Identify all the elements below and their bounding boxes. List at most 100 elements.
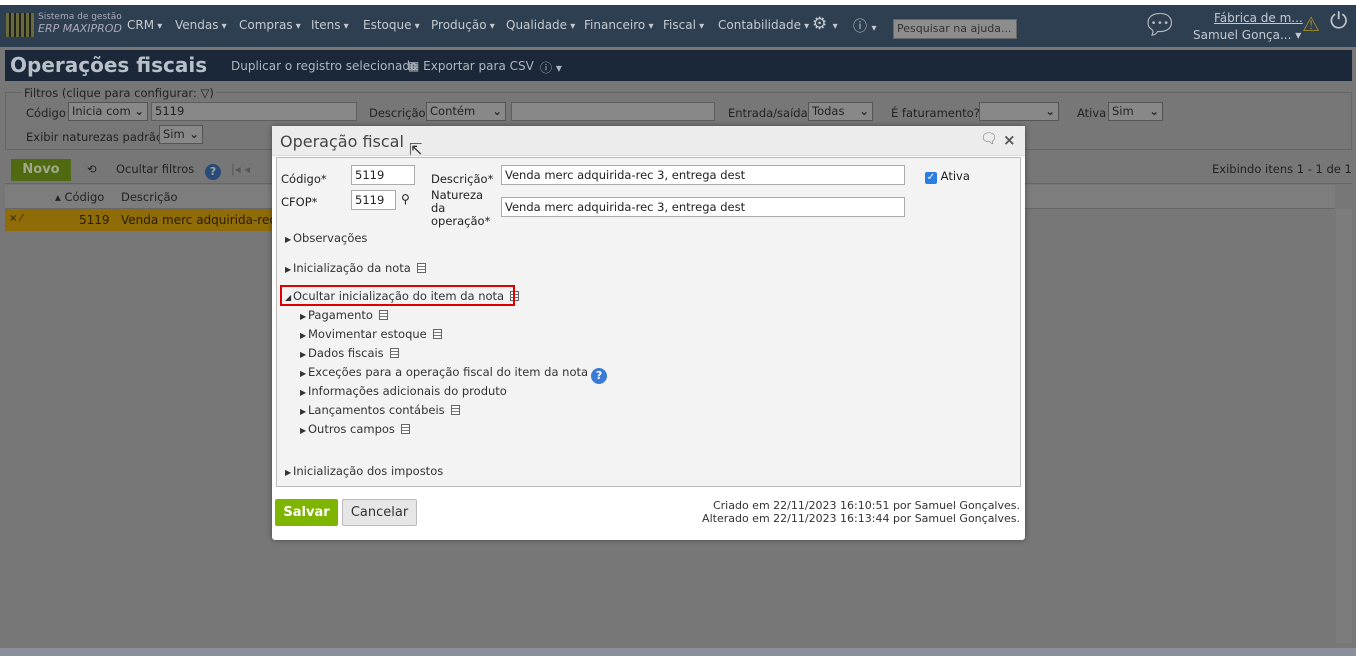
notes-icon: [450, 405, 460, 415]
filter-faturamento-select[interactable]: [979, 102, 1059, 121]
subsection-info-adicionais[interactable]: ▶ Informações adicionais do produto: [300, 384, 507, 398]
company-link[interactable]: Fábrica de m...: [1214, 11, 1303, 25]
user-menu[interactable]: Samuel Gonça... ▾: [1193, 28, 1301, 42]
page-help-icon[interactable]: ⓘ ▾: [540, 59, 562, 76]
save-button[interactable]: Salvar: [275, 499, 338, 526]
hide-filters-button[interactable]: Ocultar filtros: [116, 162, 194, 176]
descricao-label: Descrição*: [431, 172, 494, 186]
filter-entrada-label: Entrada/saída: [728, 106, 808, 120]
expand-icon: ▶: [300, 369, 307, 378]
ativa-checkbox[interactable]: ✓ Ativa: [925, 169, 970, 184]
natureza-input[interactable]: Venda merc adquirida-rec 3, entrega dest: [501, 197, 905, 217]
menu-financeiro[interactable]: Financeiro: [584, 18, 653, 32]
highlight-box: [280, 285, 515, 306]
subsection-lancamentos[interactable]: ▶ Lançamentos contábeis: [300, 403, 460, 417]
subsection-label: Informações adicionais do produto: [308, 384, 507, 398]
bottom-bar: [0, 648, 1356, 656]
refresh-icon[interactable]: ⟲: [87, 162, 97, 176]
logo-icon: [6, 13, 34, 37]
ativa-label: Ativa: [940, 169, 970, 183]
grid-help-icon[interactable]: ?: [202, 161, 221, 180]
first-page-icon[interactable]: |◂ ◂: [231, 162, 250, 176]
menu-producao[interactable]: Produção: [431, 18, 495, 32]
menu-contabilidade[interactable]: Contabilidade: [718, 18, 809, 32]
filter-codigo-label: Código: [26, 106, 66, 120]
chat-icon[interactable]: 💬︎: [1142, 8, 1178, 41]
filter-descricao-input[interactable]: [511, 102, 715, 121]
codigo-input[interactable]: 5119: [351, 165, 415, 185]
help-search-input[interactable]: Pesquisar na ajuda...: [893, 19, 1017, 39]
filter-icon: ▽: [200, 86, 210, 100]
gear-icon[interactable]: ⚙ ▾: [812, 14, 838, 34]
close-icon[interactable]: ×: [1003, 131, 1016, 149]
cancel-button[interactable]: Cancelar: [342, 499, 417, 526]
help-icon[interactable]: ?: [591, 368, 608, 384]
subsection-label: Lançamentos contábeis: [308, 403, 445, 417]
filter-naturezas-label: Exibir naturezas padrão: [26, 130, 164, 144]
expand-icon: ▶: [285, 265, 292, 274]
filter-entrada-select[interactable]: Todas: [808, 102, 873, 121]
dialog-title: Operação fiscal: [280, 132, 404, 151]
subsection-label: Dados fiscais: [308, 346, 384, 360]
menu-compras[interactable]: Compras: [239, 18, 301, 32]
cfop-input[interactable]: 5119: [351, 190, 396, 210]
descricao-input[interactable]: Venda merc adquirida-rec 3, entrega dest: [501, 165, 905, 185]
altered-info: Alterado em 22/11/2023 16:13:44 por Samu…: [702, 512, 1020, 525]
menu-vendas[interactable]: Vendas: [175, 18, 227, 32]
expand-icon: ▶: [300, 312, 307, 321]
created-info: Criado em 22/11/2023 16:10:51 por Samuel…: [712, 499, 1020, 512]
menu-qualidade[interactable]: Qualidade: [506, 18, 575, 32]
filters-legend-text: Filtros (clique para configurar:: [24, 86, 197, 100]
notes-icon: [400, 424, 410, 434]
export-csv-button[interactable]: ▦ Exportar para CSV: [408, 59, 534, 73]
expand-icon: ▶: [300, 407, 307, 416]
duplicate-button[interactable]: Duplicar o registro selecionado: [231, 59, 417, 73]
notes-icon: [432, 329, 442, 339]
filter-ativa-select[interactable]: Sim: [1108, 102, 1163, 121]
menu-itens[interactable]: Itens: [311, 18, 349, 32]
help-icon[interactable]: ⓘ ▾: [853, 16, 876, 36]
notes-icon: [389, 348, 399, 358]
new-button[interactable]: Novo: [11, 159, 71, 181]
section-impostos[interactable]: ▶ Inicialização dos impostos: [285, 464, 443, 478]
warning-icon[interactable]: ⚠: [1302, 12, 1320, 36]
search-icon[interactable]: ⚲: [401, 192, 410, 206]
section-label: Observações: [293, 231, 368, 245]
subsection-outros-campos[interactable]: ▶ Outros campos: [300, 422, 410, 436]
filter-naturezas-select[interactable]: Sim: [159, 125, 203, 144]
top-nav: Sistema de gestãoERP MAXIPROD CRM Vendas…: [0, 5, 1356, 47]
expand-icon: ▶: [300, 426, 307, 435]
section-observacoes[interactable]: ▶ Observações: [285, 231, 367, 245]
paging-info: Exibindo itens 1 - 1 de 1: [1212, 162, 1352, 176]
delete-icon[interactable]: × ⁄: [9, 213, 22, 224]
section-label: Inicialização da nota: [293, 261, 411, 275]
power-icon[interactable]: ⏻: [1330, 9, 1347, 34]
logo-line2: ERP MAXIPROD: [38, 22, 122, 35]
subsection-label: Exceções para a operação fiscal do item …: [308, 365, 589, 379]
menu-crm[interactable]: CRM: [127, 18, 162, 32]
filter-codigo-input[interactable]: 5119: [151, 102, 357, 121]
section-inicializacao-nota[interactable]: ▶ Inicialização da nota: [285, 261, 426, 275]
natureza-label-3: operação*: [431, 214, 491, 228]
subsection-label: Outros campos: [308, 422, 395, 436]
row-descricao: Venda merc adquirida-rec 3: [121, 213, 288, 227]
filters-legend[interactable]: Filtros (clique para configurar: ▽): [22, 86, 216, 100]
filter-codigo-operator[interactable]: Inicia com: [68, 102, 148, 121]
subsection-excecoes[interactable]: ▶ Exceções para a operação fiscal do item…: [300, 365, 608, 384]
col-descricao[interactable]: Descrição: [121, 190, 178, 204]
menu-estoque[interactable]: Estoque: [363, 18, 420, 32]
notes-icon: [416, 263, 426, 273]
dialog-header: Operação fiscal 🗨︎ ×: [272, 126, 1025, 156]
subsection-pagamento[interactable]: ▶ Pagamento: [300, 308, 388, 322]
grid-scrollbar[interactable]: [1336, 209, 1352, 643]
logo-text[interactable]: Sistema de gestão ERP MAXIPROD: [38, 11, 122, 36]
filter-descricao-operator[interactable]: Contém: [426, 102, 506, 121]
menu-fiscal[interactable]: Fiscal: [663, 18, 704, 32]
table-row[interactable]: × ⁄ 5119 Venda merc adquirida-rec 3: [5, 209, 287, 231]
subsection-label: Pagamento: [308, 308, 373, 322]
col-codigo[interactable]: ▴ Código: [55, 190, 104, 204]
subsection-movimentar-estoque[interactable]: ▶ Movimentar estoque: [300, 327, 442, 341]
dialog-body: Código* 5119 CFOP* 5119 ⚲ Descrição* Ven…: [276, 157, 1021, 487]
comment-icon[interactable]: 🗨︎: [980, 131, 998, 147]
subsection-dados-fiscais[interactable]: ▶ Dados fiscais: [300, 346, 399, 360]
